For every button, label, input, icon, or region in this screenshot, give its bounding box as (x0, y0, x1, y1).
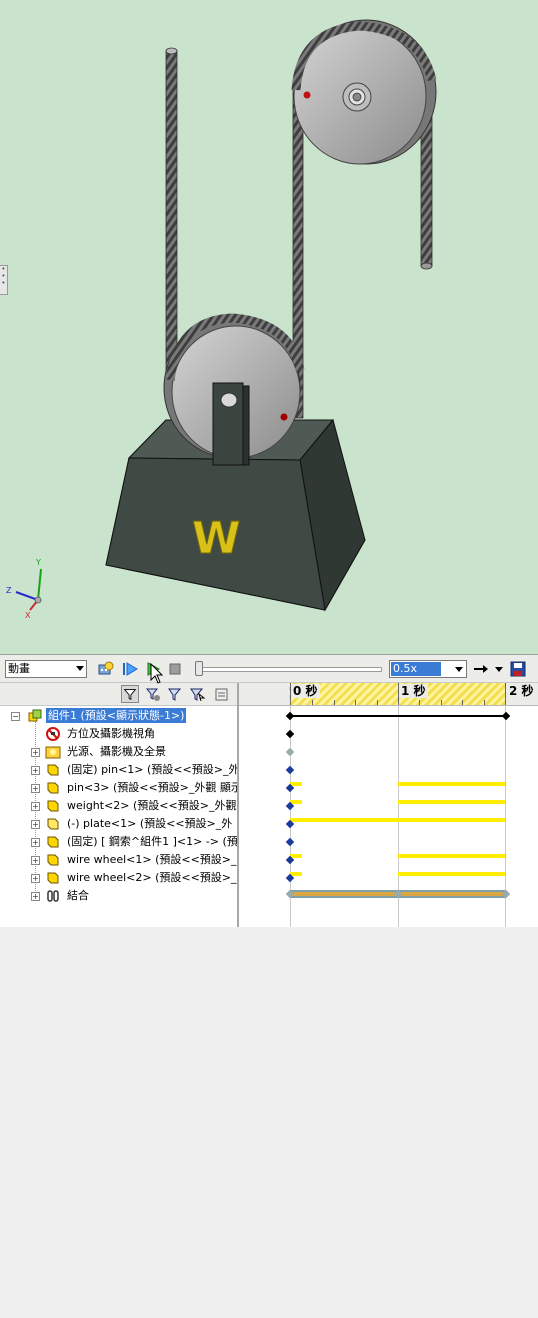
change-bar (290, 818, 505, 822)
stop-icon[interactable] (166, 660, 184, 678)
change-bar (398, 782, 505, 786)
triad-x-label: X (25, 611, 31, 620)
tree-item-label: 方位及攝影機視角 (67, 727, 155, 740)
playback-slider-thumb[interactable] (195, 661, 203, 676)
triad-z-label: Z (6, 586, 12, 595)
save-animation-icon[interactable] (509, 660, 527, 678)
weight-letter: W (192, 513, 241, 564)
key-point[interactable] (285, 711, 295, 721)
lights-icon (45, 746, 61, 759)
change-bar (398, 872, 505, 876)
part-icon (47, 764, 59, 776)
part-icon (47, 836, 59, 848)
key-point[interactable] (285, 837, 295, 847)
tree-item-lights[interactable]: + 光源、攝影機及全景 (0, 743, 237, 761)
tree-item-pin1[interactable]: + (固定) pin<1> (預設<<預設>_外 (0, 761, 237, 779)
expand-icon[interactable]: + (31, 784, 40, 793)
collapse-icon[interactable]: − (11, 712, 20, 721)
key-point[interactable] (285, 747, 295, 757)
filter-selected-icon[interactable] (188, 685, 206, 703)
filter-animated-icon[interactable] (144, 685, 162, 703)
side-panel-handle[interactable]: • • • (0, 265, 8, 295)
study-type-value: 動畫 (8, 662, 30, 675)
tree-item-plate[interactable]: + (-) plate<1> (預設<<預設>_外 (0, 815, 237, 833)
change-bar (398, 854, 505, 858)
triad-y-label: Y (36, 558, 41, 567)
coordinate-triad (15, 568, 42, 611)
motion-toolbar: 動畫 0.5x (0, 654, 538, 683)
timeline-mark-0: 0 秒 (291, 684, 320, 698)
expand-icon[interactable]: + (31, 766, 40, 775)
tree-item-label: wire wheel<2> (預設<<預設>_ (67, 871, 237, 884)
playback-mode-icon[interactable] (472, 660, 490, 678)
expand-icon[interactable]: + (31, 874, 40, 883)
timeline-mark-2: 2 秒 (507, 684, 536, 698)
calculate-icon[interactable] (97, 660, 115, 678)
timeline-ruler[interactable]: 0 秒 1 秒 2 秒 (239, 683, 538, 706)
key-point[interactable] (501, 711, 511, 721)
tree-item-label: 結合 (67, 889, 89, 902)
graphics-viewport[interactable]: W Y Z X • • • (0, 0, 538, 654)
tree-item-label: weight<2> (預設<<預設>_外觀 (67, 799, 237, 812)
tree-item-wire-wheel-1[interactable]: + wire wheel<1> (預設<<預設>_ (0, 851, 237, 869)
filter-driving-icon[interactable] (166, 685, 184, 703)
tree-item-orientation[interactable]: 方位及攝影機視角 (0, 725, 237, 743)
chevron-down-icon (455, 667, 463, 672)
filter-results-icon[interactable] (212, 685, 230, 703)
motion-feature-tree: − 組件1 (預設<顯示狀態-1>) 方位及攝影機視角 + 光源、攝影機及全景 … (0, 683, 239, 927)
key-point[interactable] (285, 729, 295, 739)
play-from-start-icon[interactable] (121, 660, 139, 678)
tree-item-label: pin<3> (預設<<預設>_外觀 顯示 (67, 781, 239, 794)
part-icon (47, 782, 59, 794)
expand-icon[interactable]: + (31, 748, 40, 757)
study-type-select[interactable]: 動畫 (5, 660, 87, 678)
expand-icon[interactable]: + (31, 802, 40, 811)
chevron-down-icon (76, 666, 84, 671)
assembly-icon (28, 709, 42, 722)
filter-toolbar (0, 683, 237, 706)
tree-item-label: (-) plate<1> (預設<<預設>_外 (67, 817, 233, 830)
part-icon (47, 854, 59, 866)
tree-item-wire-wheel-2[interactable]: + wire wheel<2> (預設<<預設>_ (0, 869, 237, 887)
change-bar (398, 800, 505, 804)
timeline-range-hatch (289, 683, 505, 705)
tree-item-mates[interactable]: + 結合 (0, 887, 237, 905)
timeline-root-bar (290, 715, 506, 717)
key-point[interactable] (285, 765, 295, 775)
tree-root-label: 組件1 (預設<顯示狀態-1>) (46, 708, 187, 723)
tree-item-label: (固定) [ 鋼索^組件1 ]<1> -> (預 (67, 835, 238, 848)
part-icon (47, 872, 59, 884)
tree-item-label: 光源、攝影機及全景 (67, 745, 166, 758)
timeline-mark-1: 1 秒 (399, 684, 428, 698)
mouse-cursor-icon (150, 663, 164, 684)
tree-item-label: wire wheel<1> (預設<<預設>_ (67, 853, 237, 866)
part-icon (47, 800, 59, 812)
playback-speed-value: 0.5x (391, 662, 441, 676)
tree-root[interactable]: − 組件1 (預設<顯示狀態-1>) (0, 707, 237, 725)
playback-speed-select[interactable]: 0.5x (389, 660, 467, 678)
chevron-down-icon[interactable] (490, 660, 508, 678)
expand-icon[interactable]: + (31, 856, 40, 865)
expand-icon[interactable]: + (31, 892, 40, 901)
mates-icon (47, 890, 59, 902)
expand-icon[interactable]: + (31, 838, 40, 847)
expand-icon[interactable]: + (31, 820, 40, 829)
part-icon (47, 818, 59, 830)
tree-item-label: (固定) pin<1> (預設<<預設>_外 (67, 763, 239, 776)
playback-slider-track[interactable] (197, 667, 382, 672)
filter-icon[interactable] (121, 685, 139, 703)
tree-item-cable[interactable]: + (固定) [ 鋼索^組件1 ]<1> -> (預 (0, 833, 237, 851)
tree-item-pin3[interactable]: + pin<3> (預設<<預設>_外觀 顯示 (0, 779, 237, 797)
timeline-area[interactable]: 0 秒 1 秒 2 秒 (239, 683, 538, 927)
tree-item-weight[interactable]: + weight<2> (預設<<預設>_外觀 (0, 797, 237, 815)
pulley-model: W (15, 19, 437, 612)
orientation-icon (46, 727, 60, 741)
